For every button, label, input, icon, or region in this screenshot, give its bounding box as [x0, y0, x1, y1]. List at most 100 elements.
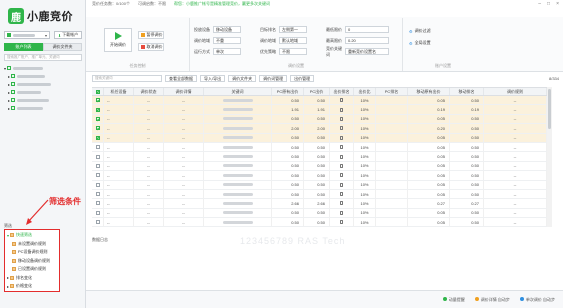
table-row[interactable]: -- -- -- 0.50 0.50 10% 0.05 0.50 --	[92, 161, 547, 172]
keyword-manage-button[interactable]: 调价词管理	[259, 75, 288, 82]
row-checkbox[interactable]	[95, 163, 100, 168]
tree-row[interactable]: ▾	[4, 64, 82, 72]
table-row[interactable]: -- -- -- 1.91 1.91 10% 0.19 0.19 --	[92, 105, 547, 115]
table-cell: 10%	[354, 133, 376, 142]
row-checkbox[interactable]	[95, 107, 100, 112]
row-checkbox[interactable]	[95, 135, 100, 140]
bid-manage-button[interactable]: 出价管理	[290, 75, 315, 82]
min-price-input[interactable]: 0	[345, 26, 389, 33]
mobile-icon	[340, 107, 343, 112]
column-header[interactable]: 机任设备	[104, 88, 134, 95]
global-settings-button[interactable]: ⚙ 全局设置	[409, 40, 431, 46]
row-checkbox[interactable]	[95, 116, 100, 121]
account-search-input[interactable]: 搜索推广账户、推广单元、关键词	[4, 54, 82, 61]
close-icon[interactable]: ×	[556, 1, 559, 7]
select-all-header[interactable]	[92, 88, 104, 95]
row-checkbox[interactable]	[95, 192, 100, 197]
tree-checkbox[interactable]	[7, 66, 12, 70]
device-select[interactable]: 移动设备	[213, 26, 241, 33]
row-checkbox[interactable]	[95, 98, 100, 103]
column-header[interactable]: 调价状态	[134, 88, 164, 95]
tab-bid-folder[interactable]: 调价文件夹	[43, 43, 82, 51]
status-item[interactable]: 单次调价 自动步	[519, 297, 555, 303]
row-checkbox[interactable]	[95, 126, 100, 131]
table-cell: 10%	[354, 142, 376, 152]
row-checkbox[interactable]	[95, 220, 100, 225]
table-scrollbar[interactable]	[547, 87, 552, 227]
column-header[interactable]: 移动排名	[450, 88, 484, 95]
tip-link[interactable]: 帮您：小鹿推广帐号是精准管理竞价，赢更多次关键词	[174, 1, 270, 7]
keyword-search-input[interactable]: 搜索关键词	[92, 75, 162, 82]
import-export-button[interactable]: 导入/导出	[200, 75, 226, 82]
table-row[interactable]: -- -- -- 0.50 0.50 10% 0.05 0.50 --	[92, 114, 547, 125]
row-checkbox[interactable]	[95, 173, 100, 178]
table-row[interactable]: -- -- -- 0.50 0.50 10% 0.05 0.50 --	[92, 171, 547, 181]
column-header[interactable]: PC排名	[376, 88, 408, 95]
table-row[interactable]: -- -- -- 0.50 0.50 10% 0.05 0.50 --	[92, 218, 547, 228]
column-header[interactable]: 出价比	[354, 88, 376, 95]
table-row[interactable]: -- -- -- 2.00 2.00 10% 0.20 0.50 --	[92, 124, 547, 134]
filter-item[interactable]: 移动设备调价规则	[7, 257, 57, 266]
table-row[interactable]: -- -- -- 2.66 2.66 10% 0.27 0.27 --	[92, 199, 547, 209]
tree-row[interactable]: ▸	[4, 80, 82, 88]
region2-select[interactable]: 默认地域	[279, 37, 307, 44]
row-checkbox[interactable]	[95, 201, 100, 206]
row-checkbox[interactable]	[95, 182, 100, 187]
view-all-button[interactable]: 查看全部数据	[165, 75, 197, 82]
minimize-icon[interactable]: –	[538, 1, 541, 7]
column-header[interactable]: 出价排名	[330, 88, 354, 95]
table-row[interactable]: -- -- -- 0.50 0.50 10% 0.05 0.50 --	[92, 152, 547, 162]
column-header[interactable]: 移动原有出价	[408, 88, 450, 95]
table-row[interactable]: -- -- -- 0.50 0.50 10% 0.05 0.50 --	[92, 189, 547, 200]
tree-checkbox[interactable]	[11, 82, 16, 86]
filter-item[interactable]: 已设置调价规则	[7, 265, 57, 274]
maximize-icon[interactable]: □	[547, 1, 550, 7]
tree-checkbox[interactable]	[11, 90, 16, 94]
keyword-cell	[204, 133, 272, 142]
download-account-button[interactable]: ⬇ 下载帐户	[54, 31, 82, 39]
tree-row[interactable]: ▸	[4, 104, 82, 112]
bid-filter-button[interactable]: ⚙ 调价过滤	[409, 28, 431, 34]
filter-item[interactable]: ▸ 价格变化	[7, 282, 57, 291]
pause-bid-button[interactable]: 暂停调价	[138, 31, 164, 39]
scrollbar-thumb[interactable]	[548, 89, 551, 129]
status-item[interactable]: 调价详情 自动步	[474, 297, 510, 303]
column-header[interactable]: 关键词	[204, 88, 272, 95]
start-bid-button[interactable]: 开始调价	[104, 28, 132, 52]
filter-item[interactable]: ▾ 快速筛选	[7, 231, 57, 240]
priority-select[interactable]: 不限	[279, 48, 307, 55]
table-cell: 0.50	[304, 171, 330, 180]
column-header[interactable]: 调价规则	[484, 88, 547, 95]
row-checkbox[interactable]	[95, 145, 100, 150]
keyword-bid-select[interactable]: 重新竞价设置名	[345, 48, 389, 55]
tree-checkbox[interactable]	[11, 74, 16, 78]
table-row[interactable]: -- -- -- 0.50 0.50 10% 0.05 0.50 --	[92, 96, 547, 106]
table-row[interactable]: -- -- -- 0.50 0.50 10% 0.05 0.50 --	[92, 180, 547, 190]
max-price-input[interactable]: 0.20	[345, 37, 389, 44]
tab-account-list[interactable]: 账户列表	[4, 43, 43, 51]
target-rank-select[interactable]: 左侧第一	[279, 26, 307, 33]
run-mode-select[interactable]: 单次	[213, 48, 241, 55]
tree-checkbox[interactable]	[11, 98, 16, 102]
column-header[interactable]: 调价详情	[164, 88, 204, 95]
row-checkbox[interactable]	[95, 154, 100, 159]
tree-row[interactable]: ▸	[4, 72, 82, 80]
table-row[interactable]: -- -- -- 0.50 0.50 10% 0.05 0.50 --	[92, 133, 547, 143]
table-row[interactable]: -- -- -- 0.50 0.50 10% 0.05 0.50 --	[92, 208, 547, 219]
filter-item[interactable]: 未设置调价规则	[7, 240, 57, 249]
account-selector[interactable]: ▾	[4, 31, 50, 39]
column-header[interactable]: PC出价	[304, 88, 330, 95]
tree-checkbox[interactable]	[11, 106, 16, 110]
bid-folder-button[interactable]: 调价文件夹	[228, 75, 257, 82]
filter-item[interactable]: PC设备调价规则	[7, 248, 57, 257]
cancel-bid-button[interactable]: 取消调价	[138, 43, 164, 51]
row-checkbox[interactable]	[95, 210, 100, 215]
select-all-checkbox[interactable]	[95, 89, 100, 94]
tree-row[interactable]: ▸	[4, 96, 82, 104]
table-row[interactable]: -- -- -- 0.50 0.50 10% 0.05 0.50 --	[92, 142, 547, 153]
status-item[interactable]: 动量提醒	[442, 297, 465, 303]
column-header[interactable]: PC原有出价	[272, 88, 304, 95]
filter-item[interactable]: ▸ 排名变化	[7, 274, 57, 283]
tree-row[interactable]: ▸	[4, 88, 82, 96]
region-select[interactable]: 不重	[213, 37, 241, 44]
